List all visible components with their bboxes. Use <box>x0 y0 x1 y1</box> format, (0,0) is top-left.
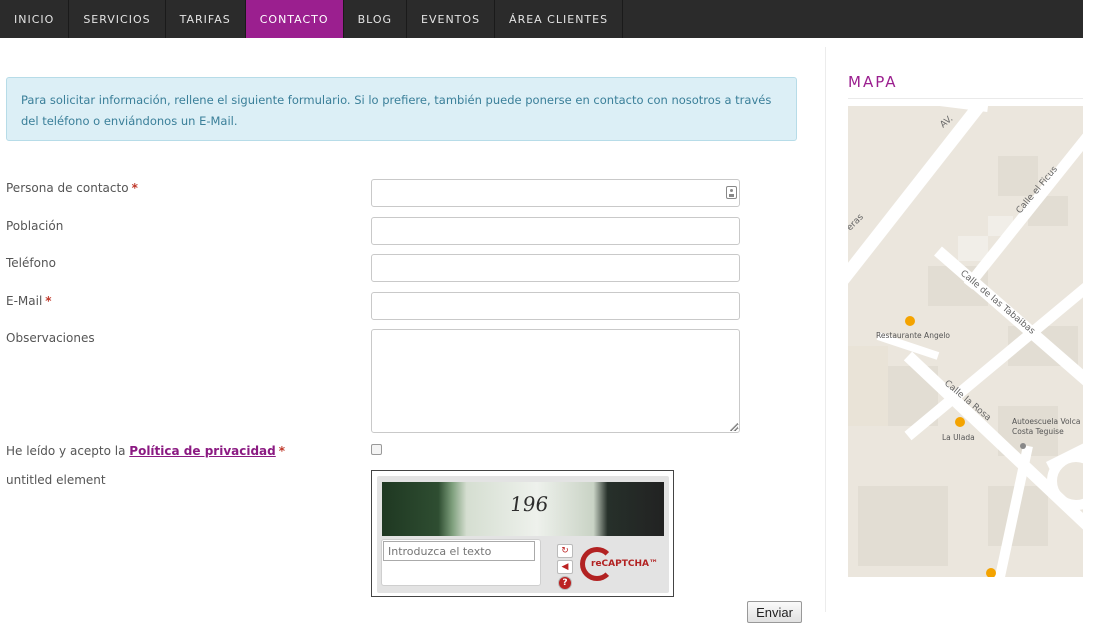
notes-textarea[interactable] <box>371 329 740 433</box>
map-label-la-ulada: La Ulada <box>942 433 975 442</box>
contact-card-icon[interactable] <box>726 186 737 199</box>
privacy-label: He leído y acepto la Política de privaci… <box>6 444 285 458</box>
help-icon[interactable]: ? <box>558 576 572 590</box>
required-marker: * <box>131 181 138 195</box>
required-marker: * <box>45 294 52 308</box>
contact-person-label-text: Persona de contacto <box>6 181 129 195</box>
captcha-widget: 196 ↻ ◀ ? reCAPTCHA™ <box>371 470 674 597</box>
nav-item-eventos[interactable]: EVENTOS <box>407 0 496 38</box>
nav-item-blog[interactable]: BLOG <box>344 0 408 38</box>
notes-label: Observaciones <box>6 331 95 345</box>
nav-item-area-clientes[interactable]: ÁREA CLIENTES <box>495 0 624 38</box>
map-label-restaurante-angelo: Restaurante Angelo <box>876 331 950 340</box>
nav-item-servicios[interactable]: SERVICIOS <box>69 0 166 38</box>
email-label-text: E-Mail <box>6 294 43 308</box>
refresh-icon[interactable]: ↻ <box>557 544 573 558</box>
captcha-input[interactable] <box>383 541 535 561</box>
city-input[interactable] <box>371 217 740 245</box>
nav-item-contacto[interactable]: CONTACTO <box>245 0 344 38</box>
contact-person-input[interactable] <box>371 179 740 207</box>
captcha-panel: 196 ↻ ◀ ? reCAPTCHA™ <box>377 476 669 593</box>
city-label: Población <box>6 219 64 233</box>
phone-input[interactable] <box>371 254 740 282</box>
submit-button[interactable]: Enviar <box>747 601 802 623</box>
untitled-element-label: untitled element <box>6 473 106 487</box>
contact-person-label: Persona de contacto * <box>6 181 138 195</box>
recaptcha-logo-text: reCAPTCHA™ <box>591 559 658 569</box>
map-title: MAPA <box>848 73 898 91</box>
map-view[interactable]: AV. Calle el Ficus Calle de las Tabaibas… <box>848 106 1083 577</box>
privacy-prefix: He leído y acepto la <box>6 444 130 458</box>
resize-grip-icon[interactable] <box>730 423 738 431</box>
captcha-challenge-text: 196 <box>508 492 550 516</box>
map-graphic: AV. Calle el Ficus Calle de las Tabaibas… <box>848 106 1083 577</box>
phone-label: Teléfono <box>6 256 56 270</box>
map-label-costa-teguise: Costa Teguise <box>1012 427 1064 436</box>
map-label-autoescuela: Autoescuela Volca <box>1012 417 1080 426</box>
privacy-checkbox[interactable] <box>371 444 382 455</box>
sidebar-divider <box>825 47 826 612</box>
required-marker: * <box>278 444 286 458</box>
info-message: Para solicitar información, rellene el s… <box>6 77 797 141</box>
email-input[interactable] <box>371 292 740 320</box>
captcha-image: 196 <box>382 482 664 536</box>
email-label: E-Mail * <box>6 294 52 308</box>
main-nav: INICIO SERVICIOS TARIFAS CONTACTO BLOG E… <box>0 0 1083 38</box>
nav-item-tarifas[interactable]: TARIFAS <box>166 0 246 38</box>
privacy-policy-link[interactable]: Política de privacidad <box>129 444 275 458</box>
audio-icon[interactable]: ◀ <box>557 560 573 574</box>
nav-item-inicio[interactable]: INICIO <box>0 0 70 38</box>
map-title-rule <box>848 98 1083 99</box>
